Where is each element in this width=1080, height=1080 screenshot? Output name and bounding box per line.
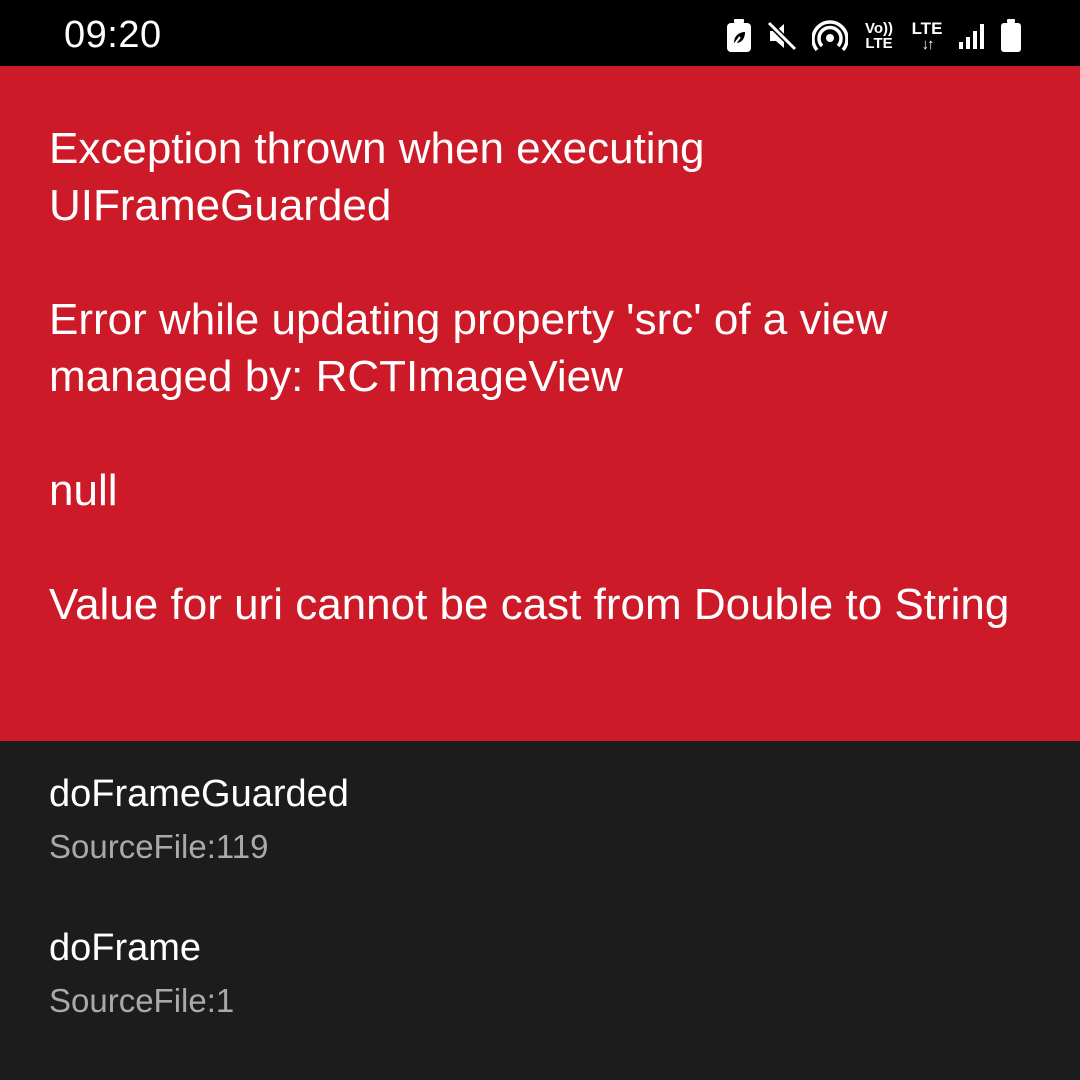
status-bar: 09:20 Vo)) LTE LTE ↓↑ xyxy=(0,0,1080,66)
error-panel[interactable]: Exception thrown when executing UIFrameG… xyxy=(0,66,1080,741)
lte-data-icon: LTE ↓↑ xyxy=(910,20,944,52)
mute-icon xyxy=(766,20,798,52)
frame-source-location: SourceFile:1 xyxy=(49,982,235,1019)
hotspot-icon xyxy=(812,20,848,52)
frame-source-location: SourceFile:119 xyxy=(49,828,269,865)
frame-method-name: doFrame xyxy=(49,927,202,969)
lte-label: LTE xyxy=(911,19,943,38)
redbox-error-screen: 09:20 Vo)) LTE LTE ↓↑ Exception thrown w… xyxy=(0,0,1080,1080)
stack-trace-list: doFrameGuarded SourceFile:119 doFrame So… xyxy=(0,741,1080,1080)
status-time: 09:20 xyxy=(64,14,162,56)
volte-label-top: Vo)) xyxy=(864,20,894,37)
volte-label-bottom: LTE xyxy=(865,35,893,52)
frame-method-name: doFrameGuarded xyxy=(49,773,349,815)
volte-icon: Vo)) LTE xyxy=(862,21,896,51)
battery-icon xyxy=(1000,19,1022,53)
error-message: Exception thrown when executing UIFrameG… xyxy=(49,124,1010,629)
stack-frame[interactable]: doFrame SourceFile:1 xyxy=(49,925,1032,1079)
lte-arrows: ↓↑ xyxy=(921,36,935,53)
stack-frame[interactable]: doFrameGuarded SourceFile:119 xyxy=(49,771,1032,925)
battery-saver-icon xyxy=(726,19,752,53)
status-icons: Vo)) LTE LTE ↓↑ xyxy=(726,16,1022,56)
signal-icon xyxy=(958,22,986,50)
